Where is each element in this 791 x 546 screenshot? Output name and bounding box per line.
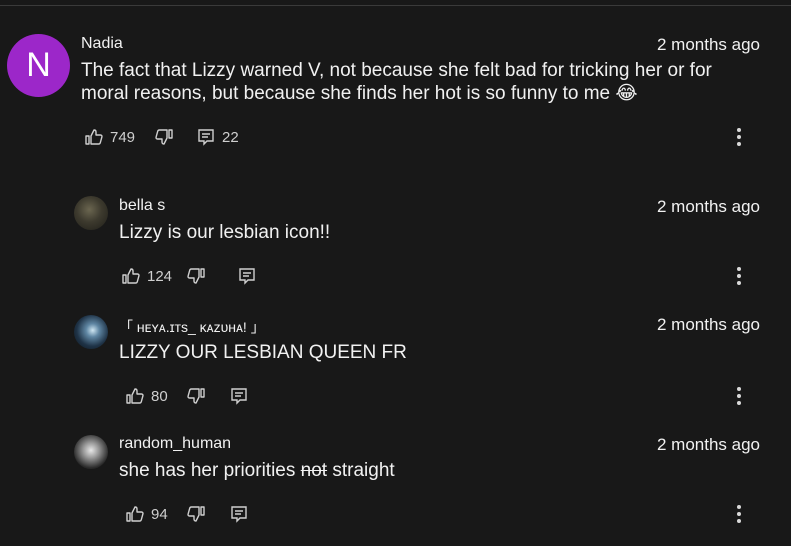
like-button[interactable]: 749 <box>84 127 135 147</box>
comment-actions: 94 <box>125 502 249 526</box>
reply-button[interactable] <box>237 266 257 286</box>
thumbs-up-icon <box>84 127 104 147</box>
comment-text: Lizzy is our lesbian icon!! <box>119 222 331 243</box>
reply-button[interactable]: 22 <box>196 127 239 147</box>
like-button[interactable]: 124 <box>121 266 172 286</box>
thumbs-up-icon <box>121 266 141 286</box>
comment-time[interactable]: 2 months ago <box>657 435 760 455</box>
comment-text: LIZZY OUR LESBIAN QUEEN FR <box>119 342 407 363</box>
thumbs-down-icon <box>186 504 206 524</box>
reply-count: 22 <box>222 128 239 146</box>
dislike-button[interactable] <box>186 504 206 524</box>
comment-actions: 80 <box>125 384 249 408</box>
like-button[interactable]: 94 <box>125 504 168 524</box>
dislike-button[interactable] <box>186 266 206 286</box>
avatar[interactable] <box>74 196 108 230</box>
like-count: 94 <box>151 505 168 523</box>
more-options-button[interactable] <box>733 385 745 409</box>
comment-actions: 749 22 <box>84 125 239 149</box>
like-count: 124 <box>147 267 173 285</box>
thumbs-up-icon <box>125 504 145 524</box>
comment-time[interactable]: 2 months ago <box>657 315 760 335</box>
reply-icon <box>196 127 216 147</box>
comment-text: she has her priorities not straight <box>119 459 791 482</box>
like-count: 749 <box>110 128 136 146</box>
more-options-button[interactable] <box>733 126 745 150</box>
reply-icon <box>237 266 257 286</box>
comment-time[interactable]: 2 months ago <box>657 35 760 55</box>
comment-author[interactable]: Nadia <box>81 35 123 53</box>
reply-icon <box>229 386 249 406</box>
reply-button[interactable] <box>229 504 249 524</box>
reply-button[interactable] <box>229 386 249 406</box>
top-divider <box>0 5 791 6</box>
comment-author[interactable]: 「 ʜᴇʏᴀ.ɪᴛs_ ᴋᴀᴢᴜʜᴀ! 」 <box>119 317 265 337</box>
like-count: 80 <box>151 387 168 405</box>
avatar[interactable] <box>74 435 108 469</box>
comment-text: The fact that Lizzy warned V, not becaus… <box>81 60 712 104</box>
thumbs-up-icon <box>125 386 145 406</box>
comment-time[interactable]: 2 months ago <box>657 197 760 217</box>
more-vert-icon <box>733 128 745 146</box>
thumbs-down-icon <box>186 386 206 406</box>
avatar-letter: N <box>26 46 51 84</box>
avatar[interactable] <box>74 315 108 349</box>
more-vert-icon <box>733 505 745 523</box>
more-options-button[interactable] <box>733 265 745 289</box>
thumbs-down-icon <box>154 127 174 147</box>
comment-actions: 124 <box>121 264 257 288</box>
more-vert-icon <box>733 387 745 405</box>
dislike-button[interactable] <box>154 127 174 147</box>
struck-word: not <box>300 460 328 481</box>
comment-text-part: she has her priorities <box>119 460 301 481</box>
comment-author[interactable]: bella s <box>119 197 165 215</box>
comment-author[interactable]: random_human <box>119 435 231 453</box>
more-vert-icon <box>733 267 745 285</box>
more-options-button[interactable] <box>733 503 745 527</box>
dislike-button[interactable] <box>186 386 206 406</box>
reply-icon <box>229 504 249 524</box>
avatar[interactable]: N <box>7 34 70 97</box>
thumbs-down-icon <box>186 266 206 286</box>
comment-text-part: straight <box>327 460 395 481</box>
like-button[interactable]: 80 <box>125 386 168 406</box>
